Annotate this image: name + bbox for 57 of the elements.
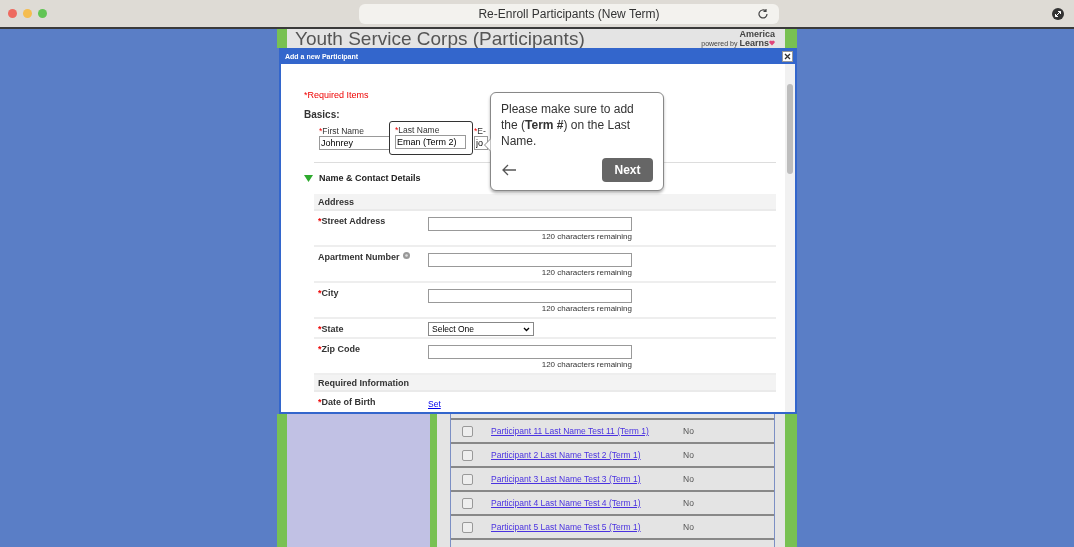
side-border: [277, 29, 287, 48]
field-label: *City: [317, 287, 340, 300]
field-label: *First Name: [319, 126, 365, 136]
input-field[interactable]: [428, 289, 632, 303]
participant-link[interactable]: Participant 5 Last Name Test 5 (Term 1): [491, 522, 683, 532]
triangle-icon[interactable]: [304, 174, 313, 182]
field-label: *Last Name: [395, 125, 441, 135]
status-text: No: [683, 426, 694, 436]
field-label: *Date of Birth: [317, 396, 377, 409]
back-arrow-icon[interactable]: [501, 164, 517, 176]
zoom-window-button[interactable]: [38, 9, 47, 18]
field-label: Apartment Number: [314, 247, 428, 281]
checkbox[interactable]: [462, 449, 473, 461]
set-link[interactable]: Set: [428, 399, 441, 412]
side-border: [785, 29, 797, 48]
input-field[interactable]: [428, 217, 632, 231]
input-field[interactable]: jo: [474, 136, 488, 150]
status-text: No: [683, 522, 694, 532]
chevron-icon: [523, 326, 530, 332]
participant-link[interactable]: Participant 2 Last Name Test 2 (Term 1): [491, 450, 683, 460]
character-counter: 120 characters remaining: [541, 304, 632, 313]
status-text: No: [683, 474, 694, 484]
page-title: Youth Service Corps (Participants): [295, 29, 585, 48]
participant-link[interactable]: Participant 11 Last Name Test 11 (Term 1): [491, 426, 683, 436]
checkbox[interactable]: [462, 497, 473, 509]
expand-icon[interactable]: [1052, 7, 1064, 20]
state-dropdown[interactable]: Select One: [428, 322, 534, 336]
character-counter: 120 characters remaining: [541, 360, 632, 369]
group-header: Required Information: [314, 375, 776, 392]
field-label: *Street Address: [317, 215, 387, 228]
close-window-button[interactable]: [8, 9, 17, 18]
status-text: No: [683, 450, 694, 460]
checkbox[interactable]: [462, 425, 473, 437]
section-title[interactable]: Name & Contact Details: [319, 173, 421, 183]
reload-icon[interactable]: [757, 7, 769, 20]
help-icon[interactable]: [402, 252, 410, 259]
field-label: *E-: [474, 126, 487, 136]
basics-label: Basics:: [304, 109, 340, 120]
character-counter: 120 characters remaining: [541, 232, 632, 241]
address-bar[interactable]: Re-Enroll Participants (New Term): [359, 3, 779, 24]
status-text: No: [683, 498, 694, 508]
scrollbar[interactable]: [785, 64, 795, 412]
participant-link[interactable]: Participant 4 Last Name Test 4 (Term 1): [491, 498, 683, 508]
close-button[interactable]: [782, 51, 793, 62]
input-field[interactable]: [428, 253, 632, 267]
input-field[interactable]: [428, 345, 632, 359]
participant-link[interactable]: Participant 3 Last Name Test 3 (Term 1): [491, 474, 683, 484]
input-field[interactable]: Eman (Term 2): [395, 135, 466, 149]
next-button[interactable]: Next: [602, 158, 653, 182]
tooltip-text: Please make sure to add the (Term #) on the Last Name.: [501, 101, 635, 149]
required-note: *Required Items: [304, 90, 369, 100]
field-label: *State: [317, 323, 345, 336]
group-header: Address: [314, 194, 776, 211]
character-counter: 120 characters remaining: [541, 268, 632, 277]
checkbox[interactable]: [462, 473, 473, 485]
checkbox[interactable]: [462, 521, 473, 533]
field-label: *Zip Code: [317, 343, 361, 356]
